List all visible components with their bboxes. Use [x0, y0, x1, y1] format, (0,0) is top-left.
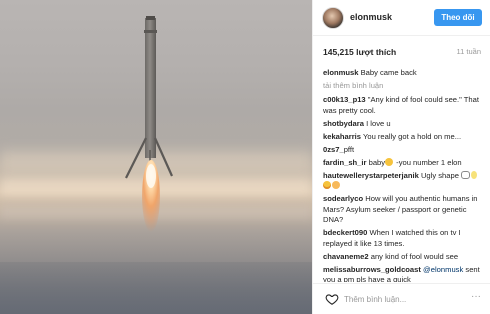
post-stats: 145,215 lượt thích 11 tuần	[313, 36, 490, 62]
wink-emoji-icon	[323, 181, 331, 189]
speech-bubble-emoji-icon	[461, 170, 471, 179]
smile-emoji-icon	[385, 157, 394, 166]
rocket-band	[144, 30, 157, 33]
comment-user[interactable]: hautewellerystarpeterjanik	[323, 171, 419, 180]
blush-emoji-icon	[332, 181, 340, 189]
comment-user[interactable]: kekaharris	[323, 132, 361, 141]
list-item: hautewellerystarpeterjanik Ugly shape	[323, 170, 485, 192]
comment-user[interactable]: 0zs7_	[323, 145, 344, 154]
rocket-top	[146, 16, 155, 20]
rocket-image	[125, 16, 174, 232]
caption: elonmusk Baby came back	[323, 68, 485, 79]
post-header: elonmusk Theo dõi	[313, 0, 490, 36]
list-item: fardin_sh_ir baby -you number 1 elon	[323, 157, 485, 169]
shoreline	[0, 262, 312, 314]
post-username[interactable]: elonmusk	[350, 12, 392, 22]
comment-text: pfft	[343, 144, 355, 154]
comment-user[interactable]: elonmusk	[323, 68, 358, 77]
comment-user[interactable]: melissaburrows_goldcoast	[323, 265, 421, 274]
landing-leg	[153, 137, 174, 177]
post-side-panel: elonmusk Theo dõi 145,215 lượt thích 11 …	[313, 0, 490, 314]
comment-text: -you number 1 elon	[394, 157, 462, 167]
more-options-icon[interactable]: ···	[471, 292, 481, 302]
post-footer: ···	[313, 283, 490, 314]
comment-user[interactable]: fardin_sh_ir	[323, 158, 366, 167]
comment-user[interactable]: bdeckert090	[323, 228, 367, 237]
post-photo	[0, 0, 312, 314]
list-item: 0zs7_pfft	[323, 145, 485, 156]
comment-mention[interactable]: @elonmusk	[423, 265, 463, 274]
comment-user[interactable]: c00k13_p13	[323, 95, 366, 104]
list-item: melissaburrows_goldcoast @elonmusk sent …	[323, 265, 485, 283]
likes-count[interactable]: 145,215 lượt thích	[323, 47, 396, 57]
comment-text: I love u	[366, 118, 391, 128]
list-item: bdeckert090 When I watched this on tv I …	[323, 228, 485, 249]
list-item: chavaneme2 any kind of fool would see	[323, 252, 485, 263]
list-item: sodearlyco How will you authentic humans…	[323, 194, 485, 226]
post-time[interactable]: 11 tuần	[457, 47, 481, 56]
comment-text: baby	[368, 157, 386, 167]
comment-user[interactable]: sodearlyco	[323, 194, 363, 203]
lightbulb-emoji-icon	[471, 170, 478, 179]
landing-leg	[125, 137, 147, 179]
comment-user[interactable]: chavaneme2	[323, 252, 369, 261]
heart-icon[interactable]	[325, 292, 339, 306]
comment-text: Ugly shape	[420, 170, 459, 180]
load-more-comments[interactable]: tải thêm bình luận	[323, 81, 485, 91]
comments-list: elonmusk Baby came back tải thêm bình lu…	[323, 68, 485, 282]
comment-text: any kind of fool would see	[370, 251, 459, 261]
avatar[interactable]	[322, 7, 344, 29]
rocket-body	[145, 18, 156, 158]
list-item: kekaharris You really got a hold on me..…	[323, 132, 485, 143]
comment-input[interactable]	[344, 292, 454, 307]
follow-button[interactable]: Theo dõi	[434, 9, 482, 26]
list-item: shotbydara I love u	[323, 119, 485, 130]
comment-text: Baby came back	[360, 68, 417, 77]
comment-user[interactable]: shotbydara	[323, 119, 364, 128]
comment-text: You really got a hold on me...	[362, 131, 462, 141]
list-item: c00k13_p13 "Any kind of fool could see."…	[323, 95, 485, 116]
engine-flame-core	[146, 164, 156, 188]
